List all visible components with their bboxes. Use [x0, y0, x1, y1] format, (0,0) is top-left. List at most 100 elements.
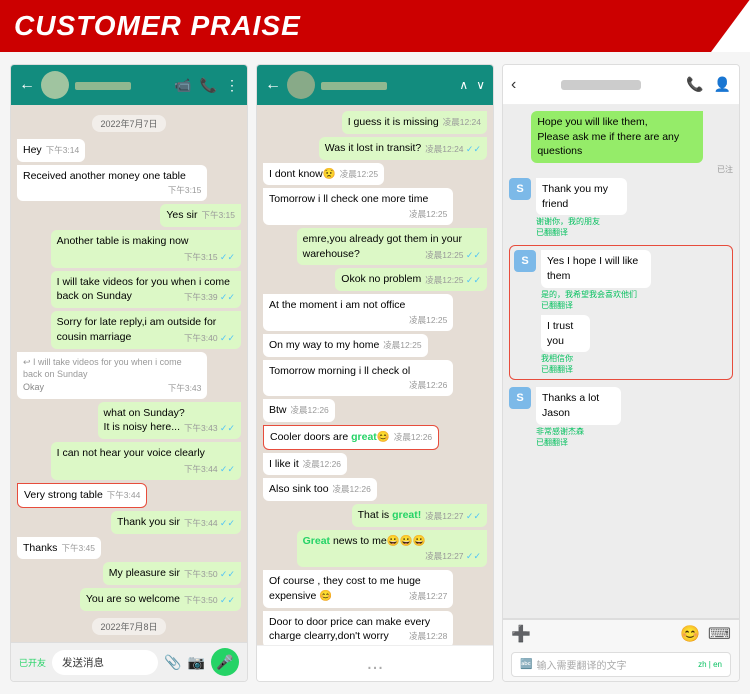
list-item: emre,you already got them in your wareho…	[297, 228, 487, 266]
contact-status-2	[321, 82, 387, 90]
list-item: Okok no problem凌晨12:25 ✓✓	[335, 268, 487, 291]
translate-label-2: 已翻翻译	[541, 300, 671, 311]
chat-body-3: Hope you will like them,Please ask me if…	[503, 105, 739, 618]
list-item: S Thank you my friend 谢谢你，我的朋友 已翻翻译	[509, 178, 733, 238]
header-icons-2: ∧ ∨	[459, 78, 485, 92]
list-item: That is great!凌晨12:27 ✓✓	[352, 504, 487, 527]
header-banner: CUSTOMER PRAISE	[0, 0, 750, 52]
chevron-down-icon[interactable]: ∨	[476, 78, 485, 92]
chevron-up-icon[interactable]: ∧	[459, 78, 468, 92]
mic-button[interactable]: 🎤	[211, 648, 239, 676]
list-item: Hope you will like them,Please ask me if…	[531, 111, 702, 163]
header-triangle	[711, 0, 750, 52]
msg-note: 已注	[531, 164, 733, 175]
list-item: Another table is making now下午3:15 ✓✓	[51, 230, 241, 268]
list-item: Door to door price can make every charge…	[263, 611, 453, 645]
translate-hint-2: 是的，我希望我会喜欢他们	[541, 289, 671, 300]
list-item: I trust you 我相信你 已翻翻译	[514, 315, 728, 375]
msg-time: 凌晨12:25	[409, 209, 447, 221]
avatar-s4: S	[509, 387, 531, 409]
avatar-s2: S	[514, 250, 536, 272]
translate-label-4: 已翻翻译	[536, 437, 636, 448]
back-arrow-1[interactable]: ←	[19, 76, 35, 94]
reply-indicator: ↩ I will take videos for you when i come…	[23, 356, 201, 381]
list-item: I like it凌晨12:26	[263, 453, 347, 476]
spacer	[539, 624, 672, 644]
attach-icon[interactable]: 📎	[164, 654, 181, 671]
list-item: At the moment i am not office凌晨12:25	[263, 294, 453, 331]
list-item: Tomorrow i ll check one more time凌晨12:25	[263, 188, 453, 225]
avatar-1	[41, 71, 69, 99]
camera-icon[interactable]: 📷	[188, 654, 205, 671]
wechat-footer-icons: ➕ 😊 ⌨	[503, 619, 739, 648]
back-arrow-3[interactable]: ‹	[511, 76, 516, 94]
more-icon[interactable]: ⋮	[225, 77, 239, 94]
message-input-1[interactable]: 发送消息	[52, 650, 158, 675]
translate-hint-4: 非常感谢杰森	[536, 426, 636, 437]
msg-time: 下午3:15 ✓✓	[184, 251, 235, 264]
list-item: I can not hear your voice clearly下午3:44 …	[51, 442, 241, 480]
chat-body-2: I guess it is missing凌晨12:24 Was it lost…	[257, 105, 493, 645]
translate-hint-3: 我相信你	[541, 353, 599, 364]
translate-icon: 🔤	[520, 659, 532, 670]
list-item: Yes sir下午3:15	[160, 204, 241, 227]
video-icon[interactable]: 📹	[174, 77, 191, 94]
list-item: Thank you sir下午3:44 ✓✓	[111, 511, 241, 534]
msg-time: 凌晨12:26	[291, 405, 329, 417]
msg-time: 下午3:43 ✓✓	[184, 422, 235, 435]
list-item: Very strong table下午3:44	[17, 483, 147, 508]
chat-panel-2: ← ∧ ∨ I guess it is missing凌晨12:24 Was i…	[256, 64, 494, 682]
list-item: You are so welcome下午3:50 ✓✓	[80, 588, 241, 611]
chat-header-2: ← ∧ ∨	[257, 65, 493, 105]
header-icons-1: 📹 📞 ⋮	[174, 77, 239, 94]
main-content: ← 📹 📞 ⋮ 2022年7月7日 Hey下午3:14 Received ano…	[0, 52, 750, 694]
list-item: Of course , they cost to me huge expensi…	[263, 570, 453, 607]
msg-time: 下午3:44 ✓✓	[184, 517, 235, 530]
msg-time: 凌晨12:27	[409, 591, 447, 603]
back-arrow-2[interactable]: ←	[265, 76, 281, 94]
list-item: Received another money one table下午3:15	[17, 165, 207, 202]
contact-status-1	[75, 82, 131, 90]
msg-time: 凌晨12:26	[333, 484, 371, 496]
call-icon[interactable]: 📞	[686, 76, 703, 93]
list-item: Thank you my friend	[536, 178, 627, 215]
list-item: Cooler doors are great😊凌晨12:26	[263, 425, 439, 450]
list-item: S Thanks a lot Jason 非常感谢杰森 已翻翻译	[509, 387, 733, 447]
list-item: Was it lost in transit?凌晨12:24 ✓✓	[319, 137, 487, 160]
avatar-2	[287, 71, 315, 99]
avatar-s1: S	[509, 178, 531, 200]
keyboard-icon[interactable]: ⌨	[708, 624, 731, 644]
wechat-input-area: 🔤 输入需要翻译的文字 zh | en	[503, 648, 739, 681]
list-item: On my way to my home凌晨12:25	[263, 334, 428, 357]
phone-icon[interactable]: 📞	[200, 77, 217, 94]
msg-time: 凌晨12:26	[409, 380, 447, 392]
msg-time: 下午3:40 ✓✓	[184, 332, 235, 345]
chat-header-3: ‹ 📞 👤	[503, 65, 739, 105]
msg-time: 凌晨12:24 ✓✓	[425, 143, 481, 156]
msg-time: 凌晨12:25 ✓✓	[425, 249, 481, 262]
wechat-footer: ➕ 😊 ⌨ 🔤 输入需要翻译的文字 zh | en	[503, 618, 739, 681]
msg-time: 下午3:50 ✓✓	[184, 594, 235, 607]
plus-icon[interactable]: ➕	[511, 624, 531, 644]
avatar-s3	[514, 315, 536, 337]
msg-time: 下午3:15	[201, 210, 235, 222]
list-item: Yes I hope I will like them	[541, 250, 651, 287]
list-item: I guess it is missing凌晨12:24	[342, 111, 487, 134]
msg-time: 凌晨12:27 ✓✓	[425, 510, 481, 523]
header-icons-3: 📞 👤	[686, 76, 731, 93]
msg-time: 凌晨12:25	[340, 169, 378, 181]
list-item: I dont know😟凌晨12:25	[263, 163, 384, 186]
msg-time: 下午3:39 ✓✓	[184, 291, 235, 304]
emoji-icon[interactable]: 😊	[680, 624, 700, 644]
msg-time: 凌晨12:26	[303, 459, 341, 471]
highlighted-block: S Yes I hope I will like them 是的，我希望我会喜欢…	[509, 245, 733, 380]
chat-body-1: 2022年7月7日 Hey下午3:14 Received another mon…	[11, 105, 247, 642]
translate-label-3: 已翻翻译	[541, 364, 599, 375]
chat-footer-2: ...	[257, 645, 493, 681]
list-item: ↩ I will take videos for you when i come…	[17, 352, 207, 399]
date-divider-1: 2022年7月7日	[92, 115, 165, 132]
contacts-icon[interactable]: 👤	[714, 76, 731, 93]
msg-time: 凌晨12:24	[443, 117, 481, 129]
translate-input[interactable]: 输入需要翻译的文字	[536, 657, 694, 672]
list-item: Sorry for late reply,i am outside for co…	[51, 311, 241, 349]
